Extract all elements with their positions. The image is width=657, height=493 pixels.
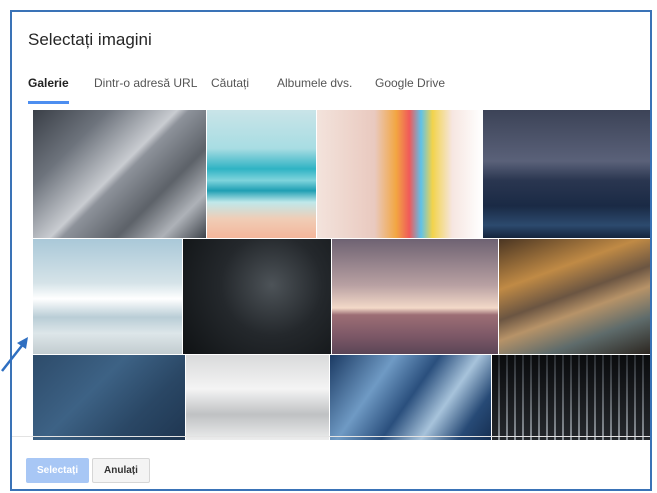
gallery-image-gray-planks[interactable] [33,110,206,238]
select-button[interactable]: Selectați [26,458,90,483]
tab-gallery[interactable]: Galerie [28,72,69,104]
gallery-image-golden-blur[interactable] [499,239,650,354]
dialog-title: Selectați imagini [28,30,152,49]
gallery-image-beach-shore[interactable] [33,239,182,354]
gallery-image-blue-texture[interactable] [33,355,185,440]
gallery-image-white-fog[interactable] [186,355,329,440]
gallery-image-mixing-console[interactable] [492,355,650,440]
cancel-button[interactable]: Anulați [92,458,150,483]
dialog-footer: Selectați Anulați [12,436,650,489]
select-images-dialog: Selectați imagini Galerie Dintr-o adresă… [10,10,652,491]
gallery-image-turquoise-sea[interactable] [207,110,316,238]
gallery-image-blue-waves[interactable] [330,355,491,440]
gallery-image-pink-sunset[interactable] [332,239,498,354]
tab-albums[interactable]: Albumele dvs. [277,72,352,110]
tab-google-drive[interactable]: Google Drive [375,72,445,110]
tab-search[interactable]: Căutați [211,72,249,110]
gallery-image-night-lake[interactable] [483,110,650,238]
gallery-image-typewriter[interactable] [183,239,331,354]
tab-bar: Galerie Dintr-o adresă URL Căutați Album… [12,72,650,112]
gallery-image-sticky-notes[interactable] [317,110,482,238]
pointer-arrow-icon [1,337,28,372]
tab-url[interactable]: Dintr-o adresă URL [94,72,197,110]
image-gallery [33,110,650,440]
